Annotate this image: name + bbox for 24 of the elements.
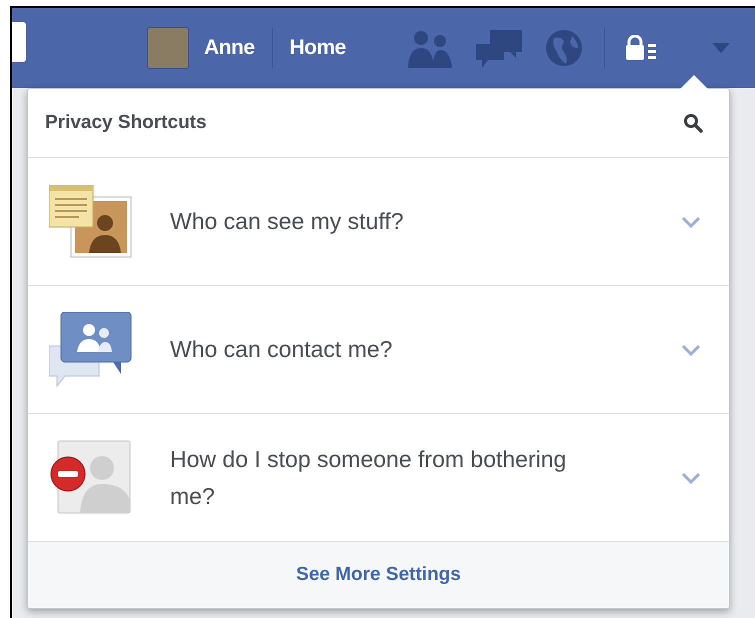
menu-title: Privacy Shortcuts [45, 110, 207, 135]
search-icon[interactable] [683, 113, 703, 133]
chevron-down-icon[interactable] [681, 344, 701, 356]
shortcut-label: Who can contact me? [170, 335, 392, 364]
privacy-shortcut-item[interactable]: Who can contact me? [28, 286, 729, 414]
avatar-placeholder[interactable] [147, 27, 189, 69]
globe-icon[interactable] [544, 28, 584, 68]
shortcut-label: How do I stop someone from bothering me? [170, 444, 568, 510]
lock-menu-icon[interactable] [624, 35, 657, 61]
see-more-settings-link[interactable]: See More Settings [296, 560, 461, 590]
chevron-down-icon[interactable] [681, 216, 701, 228]
search-field[interactable] [12, 22, 26, 62]
shortcut-label: Who can see my stuff? [170, 207, 404, 236]
profile-link[interactable]: Anne [204, 32, 254, 64]
messages-icon[interactable] [476, 28, 522, 68]
friends-icon[interactable] [406, 28, 454, 68]
privacy-shortcut-item[interactable]: How do I stop someone from bothering me? [28, 414, 729, 542]
privacy-shortcut-item[interactable]: Who can see my stuff? [28, 158, 729, 286]
blocked-person-icon [50, 440, 132, 516]
home-link[interactable]: Home [290, 32, 346, 64]
speech-bubbles-people-icon [49, 312, 133, 388]
caret-icon[interactable] [712, 43, 730, 53]
note-and-photo-icon [49, 184, 133, 258]
chevron-down-icon[interactable] [681, 472, 701, 484]
